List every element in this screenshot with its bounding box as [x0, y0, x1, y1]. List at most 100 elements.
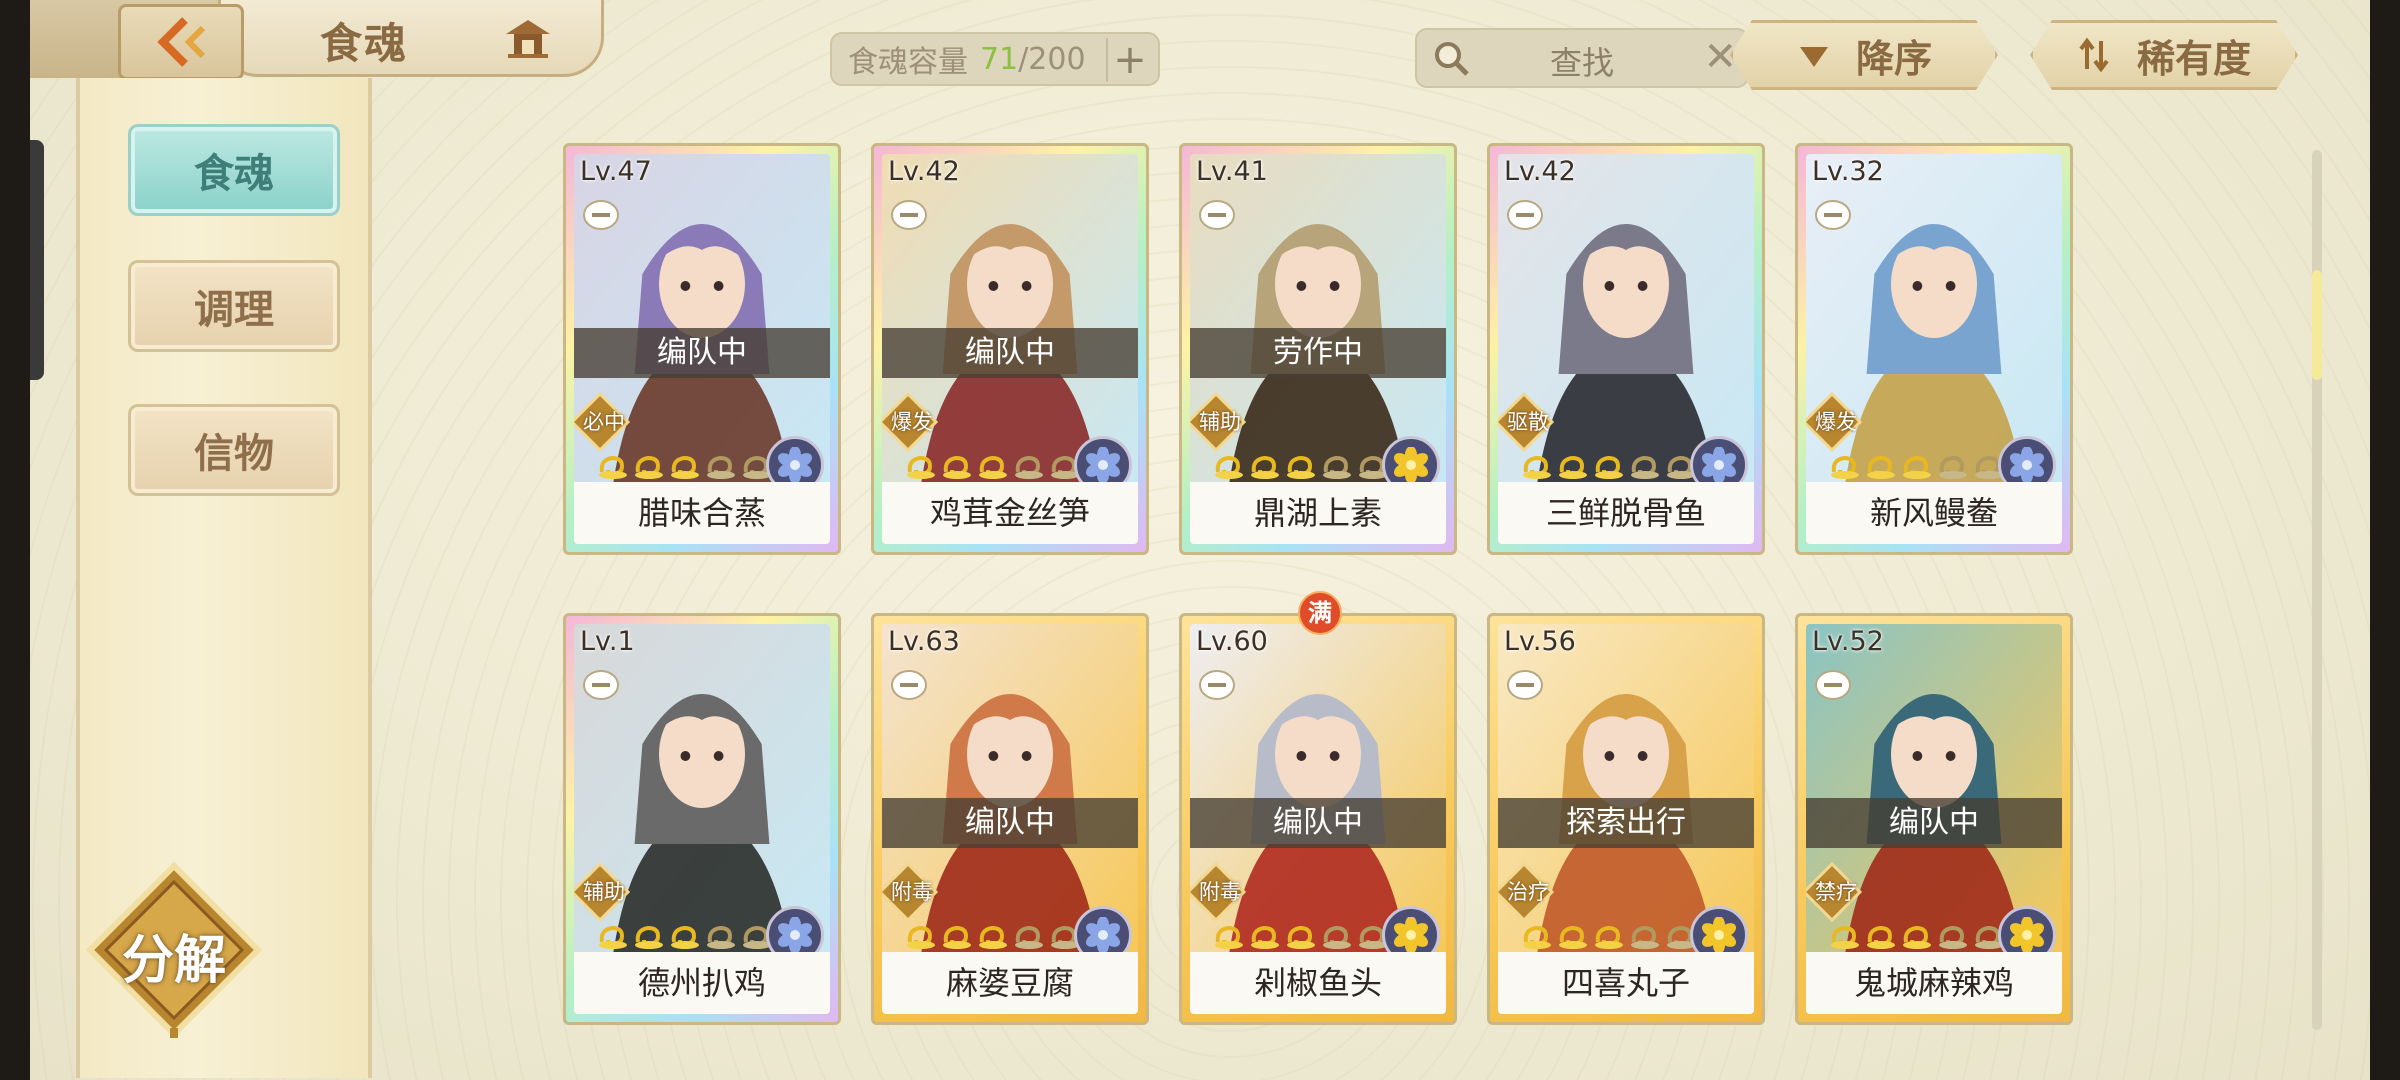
status-banner: 劳作中 [1190, 328, 1446, 378]
star-rating [904, 922, 1082, 950]
star-rating [904, 452, 1082, 480]
lock-icon[interactable] [1506, 668, 1544, 702]
lock-icon[interactable] [890, 198, 928, 232]
character-name: 四喜丸子 [1498, 952, 1754, 1014]
food-soul-card[interactable]: Lv.32 爆发 新风鳗鲞 [1795, 143, 2073, 555]
scrollbar[interactable] [2312, 150, 2322, 1030]
rarity-star-icon [1559, 925, 1587, 949]
food-soul-card[interactable]: Lv.42 编队中 爆发 鸡茸金丝笋 [871, 143, 1149, 555]
tab-conditioning[interactable]: 调理 [128, 260, 340, 352]
level-label: Lv.41 [1196, 156, 1268, 187]
scrollbar-thumb[interactable] [2312, 270, 2322, 380]
rarity-star-icon [1523, 925, 1551, 949]
star-rating [1520, 922, 1698, 950]
food-soul-card[interactable]: Lv.1 辅助 德州扒鸡 [563, 613, 841, 1025]
status-banner: 探索出行 [1498, 798, 1754, 848]
rarity-star-icon [1523, 455, 1551, 479]
level-label: Lv.60 [1196, 626, 1268, 657]
rarity-star-icon [1215, 925, 1243, 949]
food-soul-card[interactable]: Lv.42 驱散 三鲜脱骨鱼 [1487, 143, 1765, 555]
sort-key-button[interactable]: 稀有度 [2030, 20, 2298, 90]
status-banner: 编队中 [882, 328, 1138, 378]
star-rating [1520, 452, 1698, 480]
rarity-star-icon [1559, 455, 1587, 479]
rarity-star-icon [671, 925, 699, 949]
rarity-star-icon [1595, 455, 1623, 479]
lock-icon[interactable] [1814, 668, 1852, 702]
character-name: 麻婆豆腐 [882, 952, 1138, 1014]
rarity-star-icon [599, 925, 627, 949]
capacity-add-button[interactable]: + [1106, 37, 1152, 83]
search-box[interactable]: 查找 ✕ [1415, 28, 1749, 88]
decompose-button[interactable]: 分解 [85, 861, 263, 1039]
lock-icon[interactable] [582, 198, 620, 232]
rarity-star-icon [1831, 455, 1859, 479]
role-label: 治疗 [1507, 880, 1549, 904]
food-soul-card[interactable]: Lv.47 编队中 必中 腊味合蒸 [563, 143, 841, 555]
decompose-label: 分解 [121, 930, 226, 991]
level-label: Lv.1 [580, 626, 635, 657]
lock-icon[interactable] [1814, 198, 1852, 232]
star-rating [1212, 452, 1390, 480]
sort-key-label: 稀有度 [2136, 36, 2251, 81]
role-label: 禁疗 [1815, 880, 1857, 904]
character-name: 德州扒鸡 [574, 952, 830, 1014]
rarity-star-icon [1867, 455, 1895, 479]
tab-food-souls[interactable]: 食魂 [128, 124, 340, 216]
food-soul-card[interactable]: Lv.41 劳作中 辅助 鼎湖上素 [1179, 143, 1457, 555]
home-icon[interactable] [500, 14, 556, 62]
lock-icon[interactable] [1198, 668, 1236, 702]
tab-tokens[interactable]: 信物 [128, 404, 340, 496]
rarity-star-icon [707, 455, 735, 479]
status-banner: 编队中 [1190, 798, 1446, 848]
rarity-star-icon [635, 925, 663, 949]
rarity-star-icon [1287, 925, 1315, 949]
food-soul-card[interactable]: Lv.52 编队中 禁疗 鬼城麻辣鸡 [1795, 613, 2073, 1025]
rarity-star-icon [1631, 925, 1659, 949]
card-inner: Lv.56 探索出行 治疗 四喜丸子 [1498, 624, 1754, 1014]
lock-icon[interactable] [1506, 198, 1544, 232]
search-input[interactable]: 查找 [1417, 38, 1747, 84]
role-label: 爆发 [1815, 410, 1857, 434]
rarity-star-icon [1251, 925, 1279, 949]
page-title: 食魂 [320, 19, 409, 68]
food-soul-card[interactable]: Lv.56 探索出行 治疗 四喜丸子 [1487, 613, 1765, 1025]
character-name: 腊味合蒸 [574, 482, 830, 544]
rarity-star-icon [907, 455, 935, 479]
level-label: Lv.56 [1504, 626, 1576, 657]
star-rating [1828, 922, 2006, 950]
rarity-star-icon [599, 455, 627, 479]
card-inner: Lv.60 编队中 附毒 剁椒鱼头 [1190, 624, 1446, 1014]
rarity-star-icon [1939, 925, 1967, 949]
food-soul-card[interactable]: Lv.60 编队中 附毒 剁椒鱼头 [1179, 613, 1457, 1025]
rarity-star-icon [1867, 925, 1895, 949]
lock-icon[interactable] [582, 668, 620, 702]
level-label: Lv.47 [580, 156, 652, 187]
rarity-star-icon [1595, 925, 1623, 949]
level-label: Lv.32 [1812, 156, 1884, 187]
rarity-star-icon [979, 455, 1007, 479]
back-button[interactable] [118, 4, 244, 80]
food-soul-card[interactable]: Lv.63 编队中 附毒 麻婆豆腐 [871, 613, 1149, 1025]
rarity-star-icon [1631, 455, 1659, 479]
card-inner: Lv.1 辅助 德州扒鸡 [574, 624, 830, 1014]
level-label: Lv.52 [1812, 626, 1884, 657]
card-inner: Lv.32 爆发 新风鳗鲞 [1806, 154, 2062, 544]
lock-icon[interactable] [1198, 198, 1236, 232]
rarity-star-icon [1287, 455, 1315, 479]
lock-icon[interactable] [890, 668, 928, 702]
sort-order-label: 降序 [1855, 36, 1932, 81]
sort-order-button[interactable]: 降序 [1730, 20, 1998, 90]
character-name: 三鲜脱骨鱼 [1498, 482, 1754, 544]
rarity-star-icon [635, 455, 663, 479]
card-inner: Lv.42 驱散 三鲜脱骨鱼 [1498, 154, 1754, 544]
game-screen: 食魂 食魂容量 71 /200 + 查找 ✕ 降序 稀有度 食魂 调理 信物 分… [30, 0, 2370, 1080]
device-notch [30, 140, 44, 380]
max-level-badge: 满 [1298, 591, 1342, 635]
status-banner: 编队中 [1806, 798, 2062, 848]
star-rating [1212, 922, 1390, 950]
rarity-star-icon [1939, 455, 1967, 479]
status-banner: 编队中 [574, 328, 830, 378]
rarity-star-icon [1215, 455, 1243, 479]
rarity-star-icon [1015, 925, 1043, 949]
